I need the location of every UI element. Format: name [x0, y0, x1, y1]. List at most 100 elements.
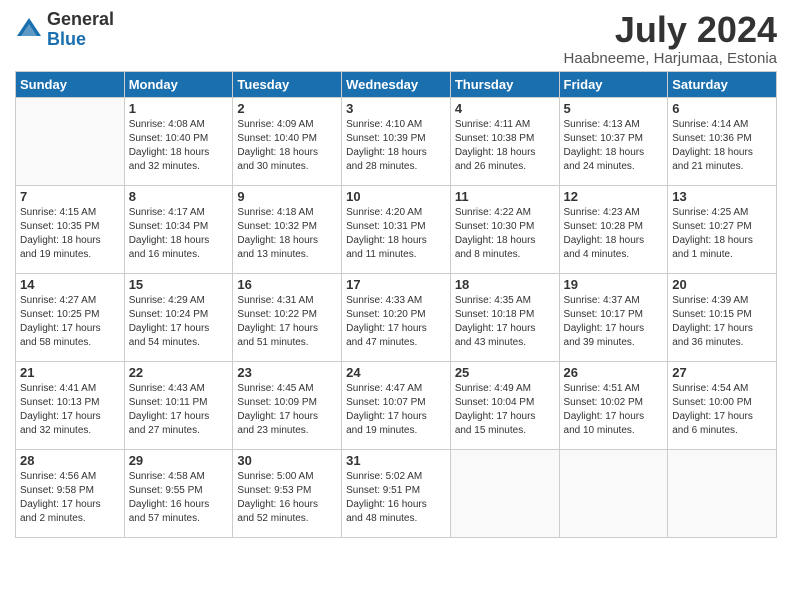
day-number-4: 4 — [455, 101, 555, 116]
header: General Blue July 2024 Haabneeme, Harjum… — [15, 10, 777, 67]
day-info-18: Sunrise: 4:35 AMSunset: 10:18 PMDaylight… — [455, 294, 555, 350]
day-cell-w3-d1: 22Sunrise: 4:43 AMSunset: 10:11 PMDaylig… — [124, 361, 233, 449]
day-info-9: Sunrise: 4:18 AMSunset: 10:32 PMDaylight… — [237, 206, 337, 262]
day-cell-w1-d6: 13Sunrise: 4:25 AMSunset: 10:27 PMDaylig… — [668, 185, 777, 273]
day-info-15: Sunrise: 4:29 AMSunset: 10:24 PMDaylight… — [129, 294, 229, 350]
day-cell-w1-d1: 8Sunrise: 4:17 AMSunset: 10:34 PMDayligh… — [124, 185, 233, 273]
header-saturday: Saturday — [668, 71, 777, 97]
day-number-7: 7 — [20, 189, 120, 204]
day-info-3: Sunrise: 4:10 AMSunset: 10:39 PMDaylight… — [346, 118, 446, 174]
day-info-13: Sunrise: 4:25 AMSunset: 10:27 PMDaylight… — [672, 206, 772, 262]
week-row-3: 21Sunrise: 4:41 AMSunset: 10:13 PMDaylig… — [16, 361, 777, 449]
weekday-header-row: Sunday Monday Tuesday Wednesday Thursday… — [16, 71, 777, 97]
day-cell-w0-d2: 2 Sunrise: 4:09 AMSunset: 10:40 PMDayligh… — [233, 97, 342, 185]
day-info-6: Sunrise: 4:14 AMSunset: 10:36 PMDaylight… — [672, 118, 772, 174]
subtitle: Haabneeme, Harjumaa, Estonia — [564, 50, 777, 67]
logo-general-text: General — [47, 10, 114, 30]
header-wednesday: Wednesday — [342, 71, 451, 97]
day-number-10: 10 — [346, 189, 446, 204]
day-info-25: Sunrise: 4:49 AMSunset: 10:04 PMDaylight… — [455, 382, 555, 438]
day-cell-w4-d2: 30 Sunrise: 5:00 AMSunset: 9:53 PMDayligh… — [233, 449, 342, 537]
day-cell-w2-d3: 17 Sunrise: 4:33 AMSunset: 10:20 PMDaylig… — [342, 273, 451, 361]
day-info-1: Sunrise: 4:08 AMSunset: 10:40 PMDaylight… — [129, 118, 229, 174]
day-cell-w3-d2: 23 Sunrise: 4:45 AMSunset: 10:09 PMDaylig… — [233, 361, 342, 449]
day-number-16: 16 — [237, 277, 337, 292]
day-cell-w0-d1: 1 Sunrise: 4:08 AMSunset: 10:40 PMDayligh… — [124, 97, 233, 185]
day-cell-w4-d1: 29Sunrise: 4:58 AMSunset: 9:55 PMDayligh… — [124, 449, 233, 537]
day-info-17: Sunrise: 4:33 AMSunset: 10:20 PMDaylight… — [346, 294, 446, 350]
day-info-29: Sunrise: 4:58 AMSunset: 9:55 PMDaylight:… — [129, 470, 229, 526]
day-cell-w0-d0 — [16, 97, 125, 185]
day-cell-w2-d1: 15Sunrise: 4:29 AMSunset: 10:24 PMDaylig… — [124, 273, 233, 361]
header-thursday: Thursday — [450, 71, 559, 97]
day-number-28: 28 — [20, 453, 120, 468]
day-cell-w2-d6: 20Sunrise: 4:39 AMSunset: 10:15 PMDaylig… — [668, 273, 777, 361]
day-cell-w2-d4: 18 Sunrise: 4:35 AMSunset: 10:18 PMDaylig… — [450, 273, 559, 361]
day-number-6: 6 — [672, 101, 772, 116]
day-info-10: Sunrise: 4:20 AMSunset: 10:31 PMDaylight… — [346, 206, 446, 262]
day-number-20: 20 — [672, 277, 772, 292]
day-number-5: 5 — [564, 101, 664, 116]
day-cell-w4-d6 — [668, 449, 777, 537]
day-number-17: 17 — [346, 277, 446, 292]
day-info-28: Sunrise: 4:56 AMSunset: 9:58 PMDaylight:… — [20, 470, 120, 526]
day-info-26: Sunrise: 4:51 AMSunset: 10:02 PMDaylight… — [564, 382, 664, 438]
day-number-14: 14 — [20, 277, 120, 292]
day-info-19: Sunrise: 4:37 AMSunset: 10:17 PMDaylight… — [564, 294, 664, 350]
day-cell-w0-d6: 6 Sunrise: 4:14 AMSunset: 10:36 PMDayligh… — [668, 97, 777, 185]
day-cell-w3-d5: 26Sunrise: 4:51 AMSunset: 10:02 PMDaylig… — [559, 361, 668, 449]
week-row-0: 1 Sunrise: 4:08 AMSunset: 10:40 PMDayligh… — [16, 97, 777, 185]
day-number-21: 21 — [20, 365, 120, 380]
day-cell-w4-d4 — [450, 449, 559, 537]
day-info-23: Sunrise: 4:45 AMSunset: 10:09 PMDaylight… — [237, 382, 337, 438]
day-info-24: Sunrise: 4:47 AMSunset: 10:07 PMDaylight… — [346, 382, 446, 438]
day-number-22: 22 — [129, 365, 229, 380]
header-tuesday: Tuesday — [233, 71, 342, 97]
logo: General Blue — [15, 10, 114, 50]
day-info-2: Sunrise: 4:09 AMSunset: 10:40 PMDaylight… — [237, 118, 337, 174]
day-number-1: 1 — [129, 101, 229, 116]
day-info-7: Sunrise: 4:15 AMSunset: 10:35 PMDaylight… — [20, 206, 120, 262]
day-number-2: 2 — [237, 101, 337, 116]
day-cell-w0-d3: 3Sunrise: 4:10 AMSunset: 10:39 PMDayligh… — [342, 97, 451, 185]
day-number-30: 30 — [237, 453, 337, 468]
week-row-1: 7 Sunrise: 4:15 AMSunset: 10:35 PMDayligh… — [16, 185, 777, 273]
day-number-27: 27 — [672, 365, 772, 380]
day-info-14: Sunrise: 4:27 AMSunset: 10:25 PMDaylight… — [20, 294, 120, 350]
day-number-24: 24 — [346, 365, 446, 380]
day-cell-w0-d5: 5Sunrise: 4:13 AMSunset: 10:37 PMDayligh… — [559, 97, 668, 185]
day-info-12: Sunrise: 4:23 AMSunset: 10:28 PMDaylight… — [564, 206, 664, 262]
day-number-12: 12 — [564, 189, 664, 204]
logo-icon — [15, 16, 43, 44]
day-cell-w1-d5: 12 Sunrise: 4:23 AMSunset: 10:28 PMDaylig… — [559, 185, 668, 273]
day-number-11: 11 — [455, 189, 555, 204]
day-info-30: Sunrise: 5:00 AMSunset: 9:53 PMDaylight:… — [237, 470, 337, 526]
main-title: July 2024 — [564, 10, 777, 50]
day-cell-w1-d0: 7 Sunrise: 4:15 AMSunset: 10:35 PMDayligh… — [16, 185, 125, 273]
day-cell-w2-d5: 19 Sunrise: 4:37 AMSunset: 10:17 PMDaylig… — [559, 273, 668, 361]
day-number-31: 31 — [346, 453, 446, 468]
day-cell-w3-d6: 27 Sunrise: 4:54 AMSunset: 10:00 PMDaylig… — [668, 361, 777, 449]
day-info-8: Sunrise: 4:17 AMSunset: 10:34 PMDaylight… — [129, 206, 229, 262]
day-info-27: Sunrise: 4:54 AMSunset: 10:00 PMDaylight… — [672, 382, 772, 438]
day-info-16: Sunrise: 4:31 AMSunset: 10:22 PMDaylight… — [237, 294, 337, 350]
day-cell-w1-d3: 10 Sunrise: 4:20 AMSunset: 10:31 PMDaylig… — [342, 185, 451, 273]
day-cell-w1-d2: 9 Sunrise: 4:18 AMSunset: 10:32 PMDayligh… — [233, 185, 342, 273]
day-info-11: Sunrise: 4:22 AMSunset: 10:30 PMDaylight… — [455, 206, 555, 262]
day-cell-w4-d3: 31Sunrise: 5:02 AMSunset: 9:51 PMDayligh… — [342, 449, 451, 537]
day-number-23: 23 — [237, 365, 337, 380]
header-sunday: Sunday — [16, 71, 125, 97]
day-cell-w3-d4: 25Sunrise: 4:49 AMSunset: 10:04 PMDaylig… — [450, 361, 559, 449]
day-cell-w2-d0: 14 Sunrise: 4:27 AMSunset: 10:25 PMDaylig… — [16, 273, 125, 361]
day-number-19: 19 — [564, 277, 664, 292]
logo-text: General Blue — [47, 10, 114, 50]
week-row-4: 28 Sunrise: 4:56 AMSunset: 9:58 PMDayligh… — [16, 449, 777, 537]
header-monday: Monday — [124, 71, 233, 97]
day-cell-w1-d4: 11 Sunrise: 4:22 AMSunset: 10:30 PMDaylig… — [450, 185, 559, 273]
logo-blue-text: Blue — [47, 30, 114, 50]
calendar-table: Sunday Monday Tuesday Wednesday Thursday… — [15, 71, 777, 538]
day-cell-w4-d5 — [559, 449, 668, 537]
week-row-2: 14 Sunrise: 4:27 AMSunset: 10:25 PMDaylig… — [16, 273, 777, 361]
day-number-9: 9 — [237, 189, 337, 204]
day-number-18: 18 — [455, 277, 555, 292]
